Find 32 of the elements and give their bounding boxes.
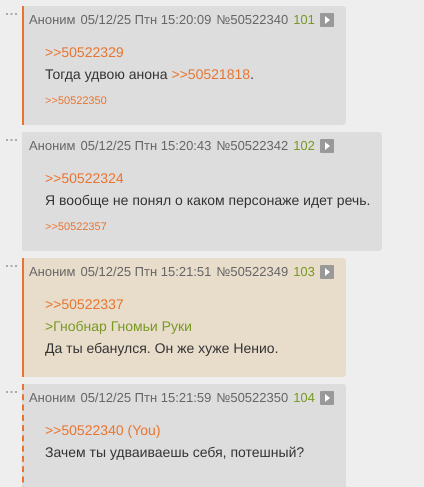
post-text: Я вообще не понял о каком персонаже идет речь.	[45, 190, 370, 210]
author-name: Аноним	[29, 389, 76, 407]
post-text: Зачем ты удваиваешь себя, потешный?	[45, 442, 306, 462]
play-icon[interactable]	[320, 390, 334, 405]
post-index: 103	[293, 263, 315, 281]
play-icon[interactable]	[320, 138, 334, 153]
post-text: Да ты ебанулся. Он же хуже Ненио.	[45, 338, 280, 358]
post-date: 05/12/25 Птн 15:20:43	[80, 137, 212, 155]
post-date: 05/12/25 Птн 15:21:51	[80, 263, 212, 281]
reply-backlink[interactable]: >>50522357	[45, 218, 107, 235]
post-number[interactable]: №50522350	[216, 388, 288, 408]
post-number[interactable]: №50522349	[216, 262, 288, 282]
reply-link[interactable]: >>50521818	[171, 66, 250, 82]
play-icon[interactable]	[320, 264, 334, 279]
post-date: 05/12/25 Птн 15:21:59	[80, 389, 212, 407]
reply-link[interactable]: >>50522340 (You)	[45, 422, 160, 438]
play-icon[interactable]	[320, 12, 334, 27]
author-name: Аноним	[29, 263, 76, 281]
reply-backlink[interactable]: >>50522350	[45, 92, 107, 109]
reply-link[interactable]: >>50522337	[45, 296, 124, 312]
author-name: Аноним	[29, 11, 76, 29]
post-index: 104	[293, 389, 315, 407]
reply-link[interactable]: >>50522324	[45, 170, 124, 186]
post-index: 102	[293, 137, 315, 155]
author-name: Аноним	[29, 137, 76, 155]
post-date: 05/12/25 Птн 15:20:09	[80, 11, 212, 29]
post-number[interactable]: №50522342	[216, 136, 288, 156]
post-text: Тогда удвою анона >>50521818.	[45, 64, 255, 84]
post-number[interactable]: №50522340	[216, 10, 288, 30]
post-index: 101	[293, 11, 315, 29]
reply-link[interactable]: >>50522329	[45, 44, 124, 60]
greentext-quote: >Гнобнар Гномьи Руки	[45, 318, 192, 334]
